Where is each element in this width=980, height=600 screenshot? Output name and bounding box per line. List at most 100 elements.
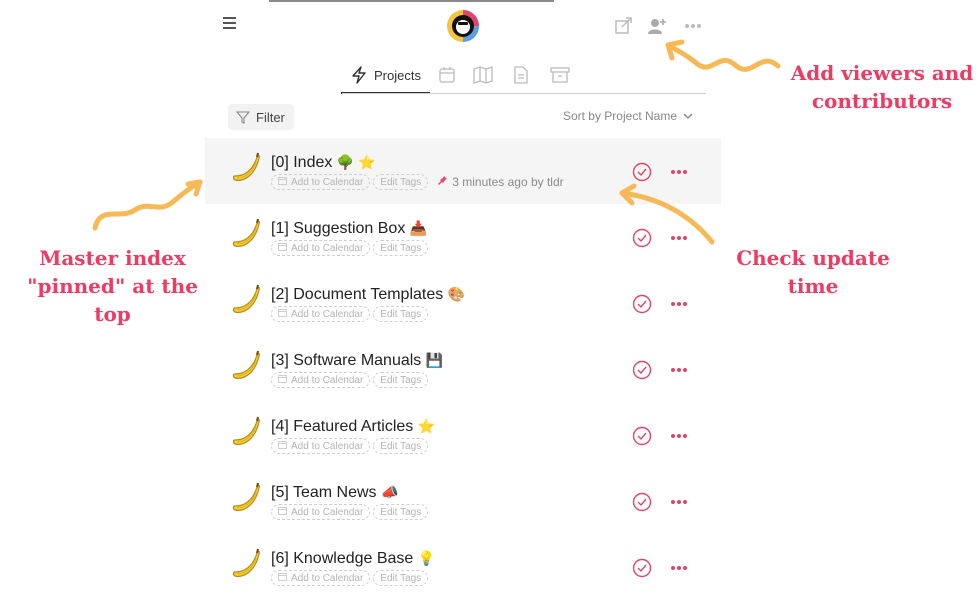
check-circle-icon[interactable] [632, 426, 652, 446]
tab-documents[interactable] [513, 58, 531, 92]
tab-map[interactable] [473, 58, 495, 92]
lightning-icon [352, 66, 366, 84]
edit-tags-label: Edit Tags [380, 440, 422, 452]
project-row[interactable]: [1] Suggestion Box 📥 Add to Calendar Edit … [205, 204, 721, 270]
chevron-down-icon [683, 113, 693, 119]
annotation-viewers: Add viewers and contributors [787, 59, 977, 115]
update-time: 3 minutes ago by tldr [452, 175, 564, 189]
add-to-calendar-label: Add to Calendar [291, 440, 364, 452]
edit-tags-chip[interactable]: Edit Tags [373, 438, 429, 454]
calendar-icon [278, 374, 287, 386]
project-emoji: ⭐ [417, 418, 436, 434]
project-title[interactable]: [6] Knowledge Base 💡 [271, 550, 435, 568]
project-row[interactable]: [5] Team News 📣 Add to Calendar Edit Tags [205, 468, 721, 534]
project-emoji: 📣 [380, 484, 399, 500]
check-circle-icon[interactable] [632, 558, 652, 578]
view-tabs: Projects [205, 58, 721, 96]
row-more-icon[interactable] [671, 228, 691, 248]
more-icon[interactable] [682, 15, 704, 37]
add-to-calendar-label: Add to Calendar [291, 242, 364, 254]
row-more-icon[interactable] [671, 426, 691, 446]
project-title[interactable]: [2] Document Templates 🎨 [271, 286, 465, 304]
edit-tags-chip[interactable]: Edit Tags [373, 372, 429, 388]
edit-tags-chip[interactable]: Edit Tags [373, 174, 429, 190]
add-to-calendar-chip[interactable]: Add to Calendar [271, 174, 371, 190]
map-icon [473, 66, 493, 84]
project-emoji: 💡 [417, 550, 436, 566]
project-meta: Add to Calendar Edit Tags 3 minutes ago by… [271, 174, 564, 190]
check-circle-icon[interactable] [632, 360, 652, 380]
project-list: [0] Index 🌳 ⭐ Add to Calendar Edit Tags 3 m… [205, 138, 721, 600]
annotation-viewers-line1: Add viewers and [790, 61, 974, 85]
project-row[interactable]: [0] Index 🌳 ⭐ Add to Calendar Edit Tags 3 m… [205, 138, 721, 204]
share-icon[interactable] [613, 15, 635, 37]
hamburger-icon[interactable] [223, 17, 236, 29]
annotation-index-line2: "pinned" at the top [27, 274, 198, 326]
add-to-calendar-label: Add to Calendar [291, 506, 364, 518]
row-more-icon[interactable] [671, 162, 691, 182]
check-circle-icon[interactable] [632, 228, 652, 248]
add-to-calendar-chip[interactable]: Add to Calendar [271, 240, 371, 256]
project-title-text: [0] Index [271, 154, 333, 171]
add-to-calendar-label: Add to Calendar [291, 176, 364, 188]
project-title-text: [5] Team News [271, 484, 377, 501]
banana-icon [231, 218, 263, 252]
check-circle-icon[interactable] [632, 492, 652, 512]
check-circle-icon[interactable] [632, 162, 652, 182]
document-icon [514, 66, 528, 84]
project-title[interactable]: [5] Team News 📣 [271, 484, 398, 502]
edit-tags-label: Edit Tags [380, 374, 422, 386]
app-panel: Projects Filter Sort by Project Name [0]… [205, 0, 721, 600]
project-row[interactable]: [3] Software Manuals 💾 Add to Calendar Edi… [205, 336, 721, 402]
tab-projects[interactable]: Projects [341, 58, 430, 94]
project-title[interactable]: [3] Software Manuals 💾 [271, 352, 443, 370]
edit-tags-chip[interactable]: Edit Tags [373, 240, 429, 256]
add-to-calendar-chip[interactable]: Add to Calendar [271, 372, 371, 388]
add-to-calendar-chip[interactable]: Add to Calendar [271, 570, 371, 586]
banana-icon [231, 152, 263, 186]
annotation-index: Master index "pinned" at the top [10, 244, 215, 328]
project-meta: Add to Calendar Edit Tags [271, 570, 429, 586]
project-emoji: 🎨 [447, 286, 466, 302]
pinned-indicator: 3 minutes ago by tldr [437, 175, 564, 189]
project-row[interactable]: [2] Document Templates 🎨 Add to Calendar E… [205, 270, 721, 336]
edit-tags-chip[interactable]: Edit Tags [373, 504, 429, 520]
banana-icon [231, 284, 263, 318]
add-to-calendar-chip[interactable]: Add to Calendar [271, 306, 371, 322]
project-title-text: [1] Suggestion Box [271, 220, 406, 237]
edit-tags-chip[interactable]: Edit Tags [373, 306, 429, 322]
project-title-text: [4] Featured Articles [271, 418, 414, 435]
tab-archive[interactable] [550, 58, 572, 92]
calendar-icon [439, 67, 455, 83]
project-title[interactable]: [0] Index 🌳 ⭐ [271, 154, 376, 172]
pin-icon [437, 175, 448, 189]
filter-icon [236, 111, 250, 124]
add-to-calendar-chip[interactable]: Add to Calendar [271, 504, 371, 520]
check-circle-icon[interactable] [632, 294, 652, 314]
filter-button[interactable]: Filter [228, 104, 294, 130]
row-more-icon[interactable] [671, 294, 691, 314]
edit-tags-label: Edit Tags [380, 176, 422, 188]
row-more-icon[interactable] [671, 558, 691, 578]
annotation-viewers-line2: contributors [811, 89, 953, 113]
project-meta: Add to Calendar Edit Tags [271, 240, 429, 256]
edit-tags-chip[interactable]: Edit Tags [373, 570, 429, 586]
add-user-icon[interactable] [646, 15, 668, 37]
banana-icon [231, 548, 263, 582]
tab-calendar[interactable] [438, 58, 458, 92]
arrow-to-pinned-index-head [185, 179, 203, 197]
add-to-calendar-chip[interactable]: Add to Calendar [271, 438, 371, 454]
row-more-icon[interactable] [671, 360, 691, 380]
sort-dropdown[interactable]: Sort by Project Name [563, 109, 693, 123]
project-row[interactable]: [4] Featured Articles ⭐ Add to Calendar Ed… [205, 402, 721, 468]
project-title[interactable]: [1] Suggestion Box 📥 [271, 220, 427, 238]
row-more-icon[interactable] [671, 492, 691, 512]
banana-icon [231, 416, 263, 450]
project-title[interactable]: [4] Featured Articles ⭐ [271, 418, 435, 436]
tabs-divider [342, 93, 706, 94]
arrow-to-pinned-index [92, 179, 203, 231]
coin-logo[interactable] [446, 9, 480, 43]
add-to-calendar-label: Add to Calendar [291, 572, 364, 584]
project-row[interactable]: [6] Knowledge Base 💡 Add to Calendar Edit … [205, 534, 721, 600]
project-meta: Add to Calendar Edit Tags [271, 306, 429, 322]
